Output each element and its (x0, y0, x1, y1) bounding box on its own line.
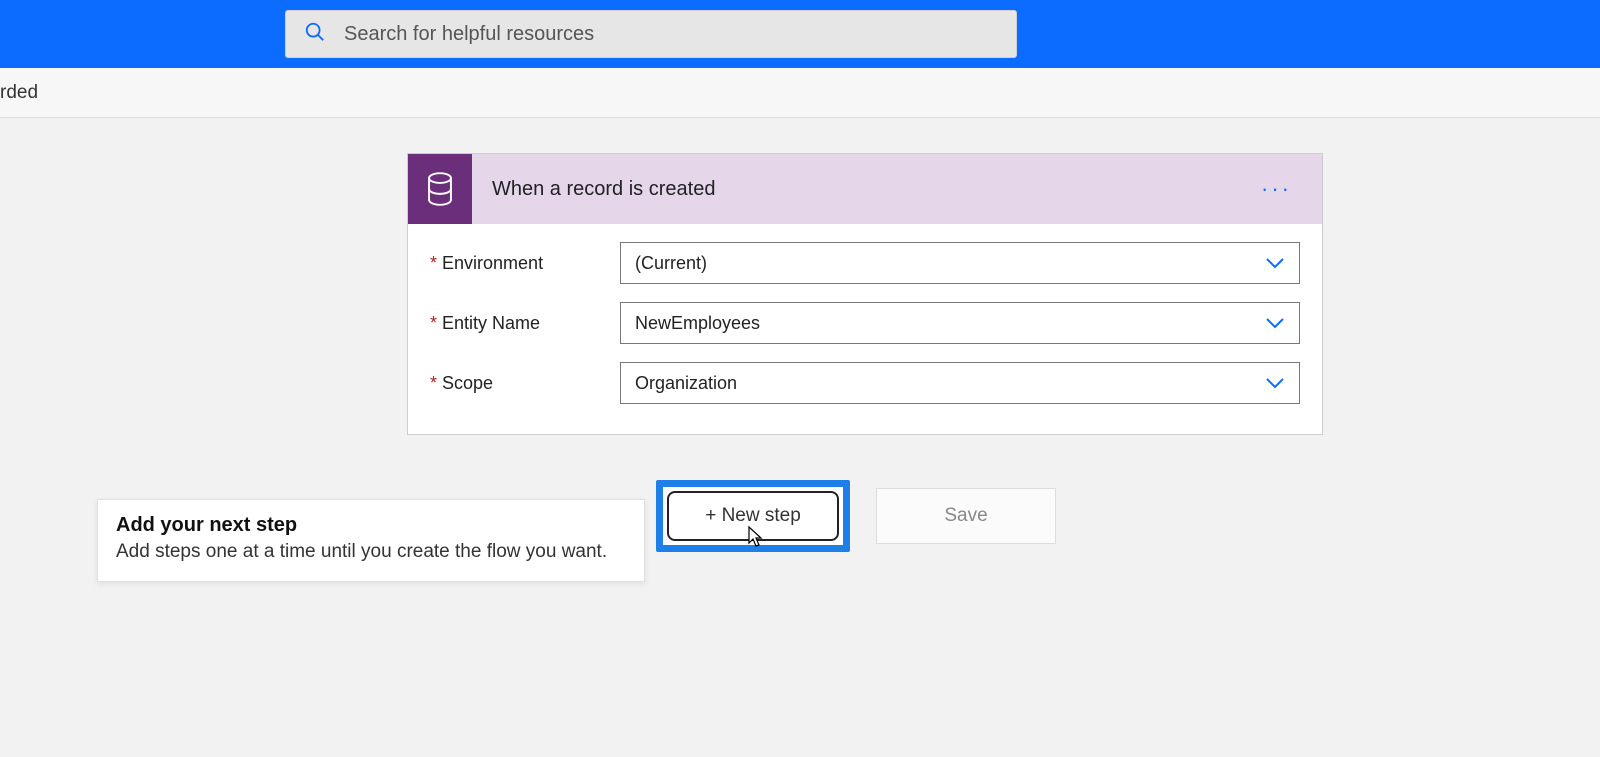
select-value: NewEmployees (635, 313, 760, 334)
select-value: (Current) (635, 253, 707, 274)
field-row-environment: Environment (Current) (430, 242, 1300, 284)
subheader-text: rded (0, 82, 38, 104)
database-icon (408, 154, 472, 224)
trigger-card: When a record is created ··· Environment… (407, 153, 1323, 435)
field-label: Environment (430, 253, 620, 274)
trigger-body: Environment (Current) Entity Name NewEmp… (408, 224, 1322, 434)
cursor-icon (743, 525, 763, 555)
search-input[interactable] (344, 23, 998, 46)
tooltip-body: Add steps one at a time until you create… (116, 541, 626, 563)
save-label: Save (944, 505, 987, 527)
coach-tooltip: Add your next step Add steps one at a ti… (97, 499, 645, 582)
field-label: Scope (430, 373, 620, 394)
field-row-scope: Scope Organization (430, 362, 1300, 404)
entity-name-select[interactable]: NewEmployees (620, 302, 1300, 344)
new-step-label: + New step (705, 505, 801, 527)
scope-select[interactable]: Organization (620, 362, 1300, 404)
tooltip-title: Add your next step (116, 514, 626, 537)
search-icon (304, 21, 326, 48)
search-box[interactable] (285, 10, 1017, 58)
trigger-title: When a record is created (472, 178, 1251, 201)
chevron-down-icon (1265, 253, 1285, 274)
select-value: Organization (635, 373, 737, 394)
save-button[interactable]: Save (876, 488, 1056, 544)
environment-select[interactable]: (Current) (620, 242, 1300, 284)
chevron-down-icon (1265, 313, 1285, 334)
trigger-header[interactable]: When a record is created ··· (408, 154, 1322, 224)
chevron-down-icon (1265, 373, 1285, 394)
field-label: Entity Name (430, 313, 620, 334)
top-header (0, 0, 1600, 68)
sub-header: rded (0, 68, 1600, 118)
ellipsis-icon[interactable]: ··· (1251, 170, 1302, 208)
new-step-highlight: + New step (656, 480, 850, 552)
action-buttons: + New step Save (656, 480, 1056, 552)
new-step-button[interactable]: + New step (667, 491, 839, 541)
field-row-entity: Entity Name NewEmployees (430, 302, 1300, 344)
